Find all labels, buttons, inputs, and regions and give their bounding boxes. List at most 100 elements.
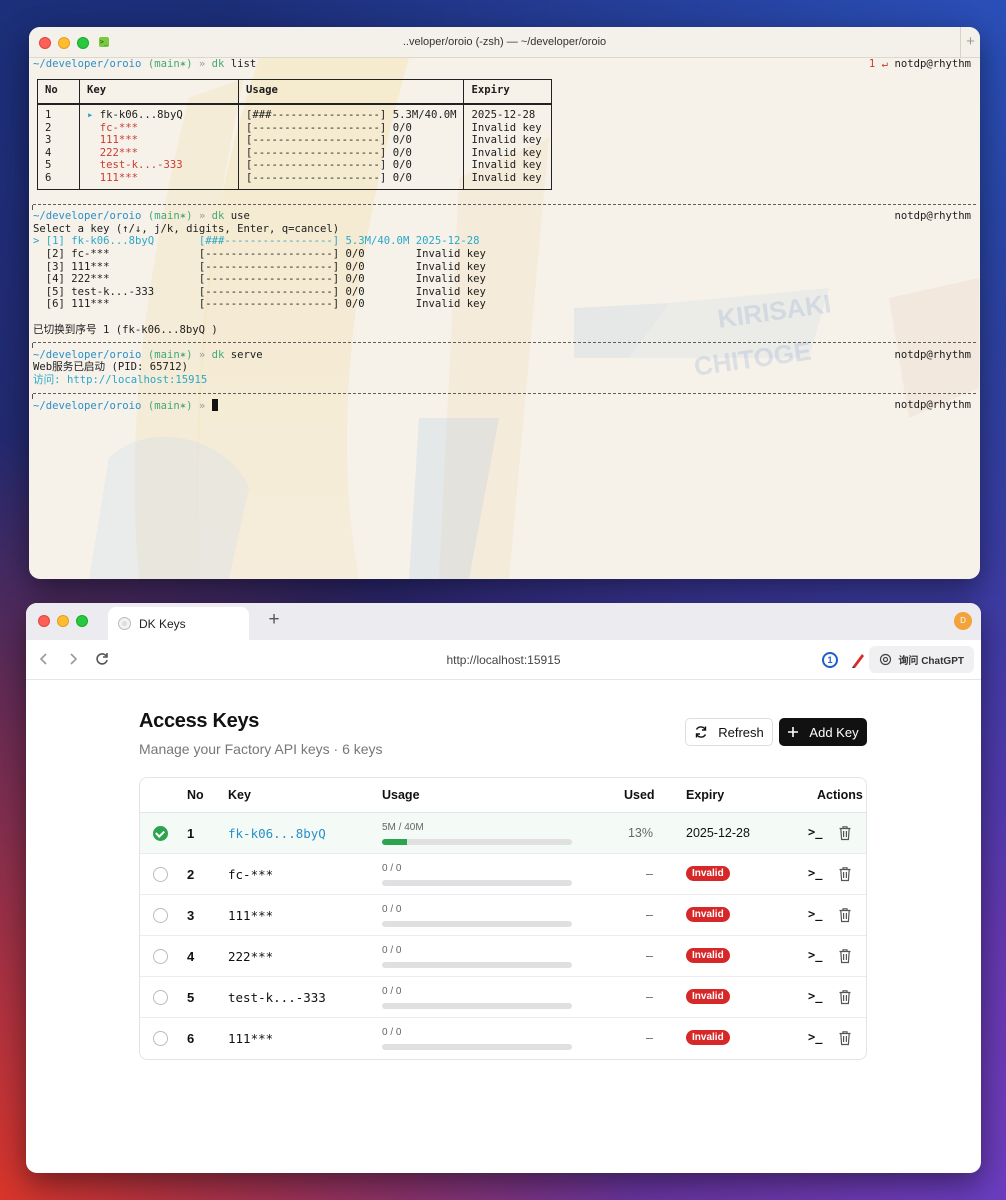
command-text: dk list xyxy=(211,58,257,70)
profile-avatar[interactable]: D xyxy=(954,612,972,630)
browser-window: DK Keys + D http://localhost:15915 1 询问 … xyxy=(26,603,981,1173)
use-instructions: Select a key (↑/↓, j/k, digits, Enter, q… xyxy=(33,222,340,235)
table-row[interactable]: 2 fc-*** 0 / 0 – Invalid >_ xyxy=(140,854,866,895)
switched-message: 已切换到序号 1 (fk-k06...8byQ ) xyxy=(33,323,218,336)
page-title: Access Keys xyxy=(139,710,260,732)
used-cell: – xyxy=(646,1031,653,1045)
use-option-1[interactable]: > [1] fk-k06...8byQ [###----------------… xyxy=(33,235,976,248)
tbl-usage-cells: [###-----------------] 5.3M/40.0M [-----… xyxy=(237,104,465,190)
prompt-line: ~/developer/oroio (main✶) » dk use notdp@… xyxy=(33,210,971,223)
usage-label: 0 / 0 xyxy=(382,945,402,956)
tbl-expiry-cells: 2025-12-28 Invalid key Invalid key Inval… xyxy=(463,104,553,190)
plus-icon xyxy=(788,727,799,737)
tab-title: DK Keys xyxy=(139,616,186,631)
row-number: 3 xyxy=(187,908,195,923)
minimize-button[interactable] xyxy=(57,615,69,627)
header-usage: Usage xyxy=(382,788,420,802)
pen-extension-icon[interactable] xyxy=(850,651,866,669)
invalid-badge: Invalid xyxy=(686,907,730,922)
terminal-titlebar: >_ ..veloper/oroio (-zsh) — ~/developer/… xyxy=(29,27,980,58)
usage-cell: 0 / 0 xyxy=(382,1027,572,1050)
chatgpt-icon xyxy=(880,653,892,666)
terminal-icon[interactable]: >_ xyxy=(808,1030,822,1044)
active-prompt-line[interactable]: ~/developer/oroio (main✶) » notdp@rhythm xyxy=(33,399,976,412)
terminal-icon[interactable]: >_ xyxy=(808,866,822,880)
prompt-line: ~/developer/oroio (main✶) » dk serve notd… xyxy=(33,348,971,361)
used-cell: – xyxy=(646,867,653,881)
trash-icon[interactable] xyxy=(838,907,852,923)
table-row[interactable]: 4 222*** 0 / 0 – Invalid >_ xyxy=(140,936,866,977)
refresh-button[interactable]: Refresh xyxy=(685,718,773,746)
invalid-badge: Invalid xyxy=(686,989,730,1004)
page-subtitle: Manage your Factory API keys · 6 keys xyxy=(139,741,383,757)
header-expiry: Expiry xyxy=(686,788,725,802)
header-used: Used xyxy=(624,788,655,802)
new-tab-plus-icon[interactable]: + xyxy=(262,609,286,633)
tbl-key-cells: ▸ fk-k06...8byQ fc-*** 111*** 222*** tes… xyxy=(79,104,239,190)
trash-icon[interactable] xyxy=(838,866,852,882)
tbl-no-cells: 1 2 3 4 5 6 xyxy=(37,104,80,190)
usage-cell: 5M / 40M xyxy=(382,822,572,845)
usage-progress-fill xyxy=(382,839,407,845)
usage-progress-bar xyxy=(382,921,572,927)
use-option-2[interactable]: [2] fc-*** [--------------------] 0/0 In… xyxy=(33,248,976,261)
prompt-host: notdp@rhythm xyxy=(894,58,971,70)
add-key-label: Add Key xyxy=(809,724,859,740)
table-row[interactable]: 1 fk-k06...8byQ 5M / 40M 13% 2025-12-28 … xyxy=(140,813,866,854)
trash-icon[interactable] xyxy=(838,948,852,964)
select-radio[interactable] xyxy=(153,908,168,923)
ask-chatgpt-button[interactable]: 询问 ChatGPT xyxy=(869,646,974,673)
key-list-table: No Key Usage Expiry 1 2 3 4 5 6 ▸ fk-k06… xyxy=(37,78,553,190)
table-row[interactable]: 3 111*** 0 / 0 – Invalid >_ xyxy=(140,895,866,936)
terminal-title: ..veloper/oroio (-zsh) — ~/developer/oro… xyxy=(402,36,607,48)
key-cell: 111*** xyxy=(228,1031,274,1046)
trash-icon[interactable] xyxy=(838,1030,852,1046)
invalid-badge: Invalid xyxy=(686,948,730,963)
table-row[interactable]: 5 test-k...-333 0 / 0 – Invalid >_ xyxy=(140,977,866,1018)
select-radio[interactable] xyxy=(153,1031,168,1046)
browser-tabbar: DK Keys + D xyxy=(26,603,981,640)
use-option-6[interactable]: [6] 111*** [--------------------] 0/0 In… xyxy=(33,298,976,311)
row-number: 5 xyxy=(187,990,195,1005)
usage-label: 5M / 40M xyxy=(382,822,424,833)
usage-cell: 0 / 0 xyxy=(382,863,572,886)
col-expiry: Expiry xyxy=(463,78,553,106)
usage-progress-bar xyxy=(382,962,572,968)
select-radio[interactable] xyxy=(153,826,168,841)
terminal-icon[interactable]: >_ xyxy=(808,825,822,839)
add-key-button[interactable]: Add Key xyxy=(779,718,867,746)
terminal-icon[interactable]: >_ xyxy=(808,948,822,962)
use-option-4[interactable]: [4] 222*** [--------------------] 0/0 In… xyxy=(33,273,976,286)
key-cell: test-k...-333 xyxy=(228,990,326,1005)
table-row[interactable]: 6 111*** 0 / 0 – Invalid >_ xyxy=(140,1018,866,1059)
terminal-icon[interactable]: >_ xyxy=(808,907,822,921)
row-number: 1 xyxy=(187,826,195,841)
select-radio[interactable] xyxy=(153,990,168,1005)
col-no: No xyxy=(37,78,80,106)
prompt-separator xyxy=(32,198,976,211)
prompt-line: ~/developer/oroio (main✶) » dk list 1 ↵ n… xyxy=(33,58,976,71)
trash-icon[interactable] xyxy=(838,989,852,1005)
browser-tab[interactable]: DK Keys xyxy=(108,607,249,640)
trash-icon[interactable] xyxy=(838,825,852,841)
refresh-label: Refresh xyxy=(718,724,764,740)
zoom-button[interactable] xyxy=(76,615,88,627)
password-manager-icon[interactable]: 1 xyxy=(822,652,838,668)
select-radio[interactable] xyxy=(153,867,168,882)
close-button[interactable] xyxy=(38,615,50,627)
terminal-window: >_ ..veloper/oroio (-zsh) — ~/developer/… xyxy=(29,27,980,579)
new-tab-plus-icon[interactable]: + xyxy=(960,27,980,58)
use-option-3[interactable]: [3] 111*** [--------------------] 0/0 In… xyxy=(33,261,976,274)
terminal-icon[interactable]: >_ xyxy=(808,989,822,1003)
key-cell: fc-*** xyxy=(228,867,274,882)
keys-table: No Key Usage Used Expiry Actions 1 fk-k0… xyxy=(139,777,867,1060)
used-cell: – xyxy=(646,908,653,922)
refresh-icon xyxy=(696,726,707,738)
usage-progress-bar xyxy=(382,1003,572,1009)
serve-url-message[interactable]: 访问: http://localhost:15915 xyxy=(33,374,976,387)
text-cursor xyxy=(211,399,218,412)
header-key: Key xyxy=(228,788,251,802)
select-radio[interactable] xyxy=(153,949,168,964)
prompt-arrow: » xyxy=(198,58,206,70)
use-option-5[interactable]: [5] test-k...-333 [--------------------]… xyxy=(33,286,976,299)
